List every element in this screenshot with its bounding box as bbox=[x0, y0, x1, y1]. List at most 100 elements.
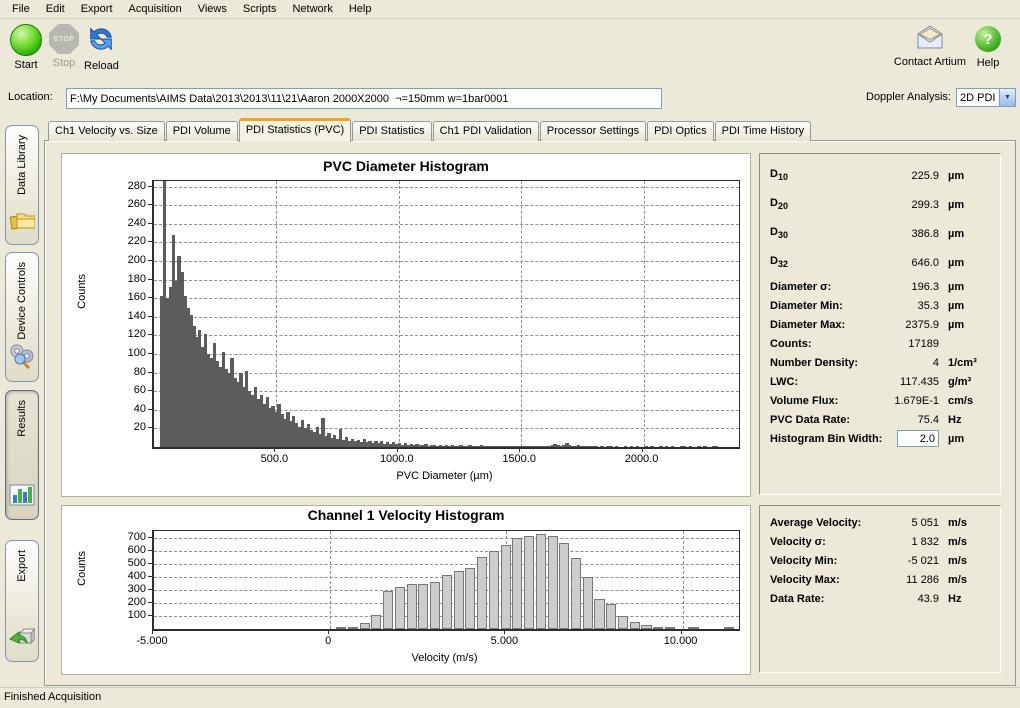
sidebar-item-results[interactable]: Results bbox=[5, 390, 39, 520]
histogram-bar bbox=[609, 446, 612, 447]
velocity-statistics-panel: Average Velocity:5 051m/sVelocity σ:1 83… bbox=[759, 505, 1001, 673]
reload-icon bbox=[85, 24, 117, 57]
stat-unit: µm bbox=[939, 281, 990, 293]
chart-title: Channel 1 Velocity Histogram bbox=[62, 507, 750, 523]
tab-processor-settings[interactable]: Processor Settings bbox=[540, 121, 646, 141]
y-tick-label: 220 bbox=[106, 235, 146, 247]
gridline bbox=[154, 261, 739, 262]
x-tick-label: 5.000 bbox=[469, 635, 539, 647]
y-tick-mark bbox=[148, 537, 152, 538]
stat-value: 4 bbox=[877, 357, 939, 369]
stat-unit: 1/cm³ bbox=[939, 357, 990, 369]
gridline bbox=[154, 317, 739, 318]
histogram-bar bbox=[536, 534, 546, 629]
stop-button[interactable]: STOP Stop bbox=[49, 24, 79, 69]
tab-pdi-volume[interactable]: PDI Volume bbox=[166, 121, 238, 141]
tab-ch1-pdi-validation[interactable]: Ch1 PDI Validation bbox=[433, 121, 539, 141]
stat-label: D32 bbox=[770, 255, 788, 269]
y-tick-label: 20 bbox=[106, 421, 146, 433]
help-button[interactable]: ? Help bbox=[966, 24, 1010, 69]
y-axis-label: Counts bbox=[76, 274, 88, 309]
stat-unit: m/s bbox=[939, 555, 990, 567]
sidebar-item-device-controls[interactable]: Device Controls bbox=[5, 252, 39, 382]
histogram-bar bbox=[618, 616, 628, 629]
tab-pdi-statistics[interactable]: PDI Statistics bbox=[352, 121, 431, 141]
histogram-bar bbox=[360, 623, 370, 629]
tab-ch1-velocity-vs-size[interactable]: Ch1 Velocity vs. Size bbox=[48, 121, 165, 141]
location-row: Location: Doppler Analysis: 2D PDI ▼ bbox=[0, 88, 1020, 110]
location-input[interactable] bbox=[66, 88, 662, 109]
sidebar-item-export[interactable]: Export bbox=[5, 540, 39, 662]
tab-strip: Ch1 Velocity vs. SizePDI VolumePDI Stati… bbox=[48, 118, 812, 141]
x-tick-mark bbox=[274, 448, 275, 452]
diameter-stat-row: D20299.3µm bbox=[770, 190, 990, 219]
tab-pdi-statistics-pvc[interactable]: PDI Statistics (PVC) bbox=[239, 118, 351, 142]
reload-button[interactable]: Reload bbox=[84, 24, 119, 72]
histogram-bar bbox=[583, 577, 593, 629]
export-icon bbox=[9, 625, 35, 652]
y-tick-mark bbox=[148, 390, 152, 391]
menu-item-network[interactable]: Network bbox=[284, 1, 340, 17]
y-tick-mark bbox=[148, 550, 152, 551]
gridline bbox=[644, 181, 645, 447]
y-tick-label: 160 bbox=[106, 291, 146, 303]
diameter-stat-row: D32646.0µm bbox=[770, 248, 990, 277]
start-button[interactable]: Start bbox=[10, 24, 42, 71]
plot-area bbox=[152, 180, 740, 449]
stat-unit: Hz bbox=[939, 414, 990, 426]
velocity-stat-row: Velocity σ:1 832m/s bbox=[770, 532, 990, 551]
gridline bbox=[154, 538, 739, 539]
y-tick-mark bbox=[148, 615, 152, 616]
velocity-stat-row: Velocity Min:-5 021m/s bbox=[770, 551, 990, 570]
histogram-bar bbox=[501, 545, 511, 629]
y-tick-label: 700 bbox=[106, 531, 146, 543]
diameter-stat-row: LWC:117.435g/m³ bbox=[770, 372, 990, 391]
menu-item-scripts[interactable]: Scripts bbox=[235, 1, 285, 17]
menu-item-help[interactable]: Help bbox=[341, 1, 380, 17]
stat-label: Data Rate: bbox=[770, 593, 824, 605]
contact-artium-button[interactable]: Contact Artium bbox=[893, 24, 967, 68]
stat-value: 2375.9 bbox=[877, 319, 939, 331]
y-tick-mark bbox=[148, 241, 152, 242]
histogram-bar bbox=[407, 584, 417, 629]
help-label: Help bbox=[977, 57, 1000, 69]
y-tick-label: 140 bbox=[106, 310, 146, 322]
diameter-stat-row: Diameter Min:35.3µm bbox=[770, 296, 990, 315]
stat-unit: m/s bbox=[939, 574, 990, 586]
diameter-stat-row: PVC Data Rate:75.4Hz bbox=[770, 410, 990, 429]
tab-pdi-time-history[interactable]: PDI Time History bbox=[715, 121, 812, 141]
stat-label: LWC: bbox=[770, 376, 798, 388]
status-text: Finished Acquisition bbox=[4, 691, 101, 703]
histogram-bar bbox=[524, 536, 534, 629]
gridline bbox=[154, 354, 739, 355]
menu-item-file[interactable]: File bbox=[4, 1, 38, 17]
gridline bbox=[154, 335, 739, 336]
x-tick-mark bbox=[519, 448, 520, 452]
device-controls-icon bbox=[9, 343, 35, 372]
menu-item-edit[interactable]: Edit bbox=[38, 1, 73, 17]
menu-item-views[interactable]: Views bbox=[190, 1, 235, 17]
menu-item-export[interactable]: Export bbox=[73, 1, 121, 17]
gridline bbox=[683, 531, 684, 629]
gridline bbox=[154, 187, 739, 188]
y-tick-mark bbox=[148, 297, 152, 298]
y-tick-label: 500 bbox=[106, 557, 146, 569]
tab-pdi-optics[interactable]: PDI Optics bbox=[647, 121, 714, 141]
y-tick-label: 180 bbox=[106, 273, 146, 285]
gridline bbox=[154, 224, 739, 225]
sidebar-item-data-library[interactable]: Data Library bbox=[5, 125, 39, 245]
y-tick-mark bbox=[148, 409, 152, 410]
y-tick-mark bbox=[148, 353, 152, 354]
y-tick-label: 400 bbox=[106, 570, 146, 582]
velocity-stat-row: Average Velocity:5 051m/s bbox=[770, 513, 990, 532]
y-tick-mark bbox=[148, 589, 152, 590]
y-tick-mark bbox=[148, 260, 152, 261]
menu-item-acquisition[interactable]: Acquisition bbox=[121, 1, 190, 17]
histogram-bar bbox=[624, 446, 627, 447]
histogram-bin-width-input[interactable] bbox=[897, 430, 939, 447]
y-tick-label: 200 bbox=[106, 254, 146, 266]
histogram-bar bbox=[653, 627, 663, 629]
doppler-analysis-dropdown[interactable]: 2D PDI ▼ bbox=[956, 88, 1016, 107]
chevron-down-icon[interactable]: ▼ bbox=[999, 89, 1015, 106]
y-tick-mark bbox=[148, 427, 152, 428]
